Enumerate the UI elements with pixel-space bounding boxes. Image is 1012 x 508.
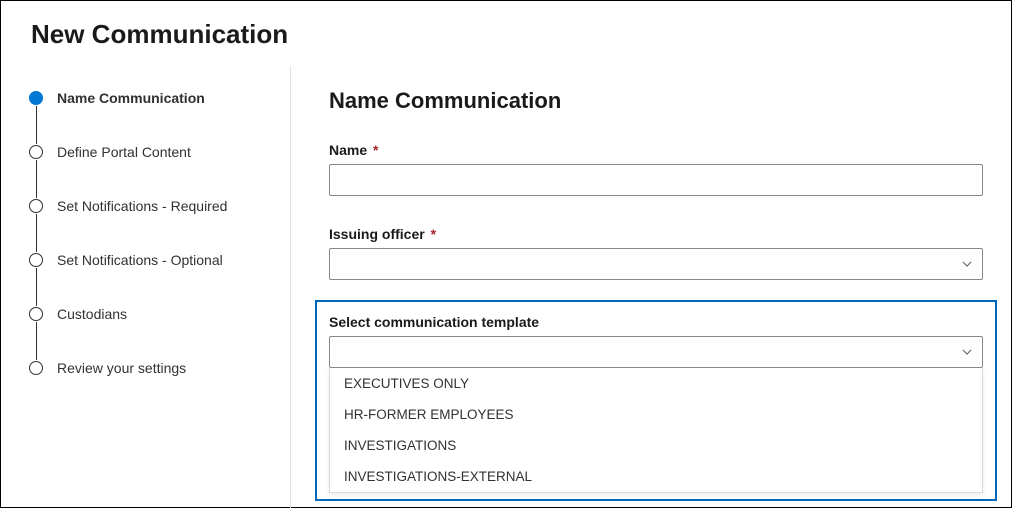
step-label: Name Communication	[57, 90, 205, 106]
step-indicator-icon	[29, 91, 43, 105]
template-option-investigations-external[interactable]: INVESTIGATIONS-EXTERNAL	[330, 461, 982, 492]
step-connector	[36, 160, 37, 198]
step-indicator-icon	[29, 199, 43, 213]
step-indicator-icon	[29, 307, 43, 321]
step-connector	[36, 214, 37, 252]
issuing-officer-label: Issuing officer *	[329, 226, 983, 242]
name-field-block: Name *	[329, 142, 983, 196]
template-options-panel: EXECUTIVES ONLY HR-FORMER EMPLOYEES INVE…	[329, 368, 983, 493]
main-heading: Name Communication	[329, 88, 983, 114]
step-set-notifications-optional[interactable]: Set Notifications - Optional	[29, 252, 290, 268]
step-connector	[36, 268, 37, 306]
step-indicator-icon	[29, 253, 43, 267]
chevron-down-icon	[962, 259, 972, 269]
template-highlight-box: Select communication template EXECUTIVES…	[315, 300, 997, 501]
step-label: Custodians	[57, 306, 127, 322]
name-label: Name *	[329, 142, 983, 158]
issuing-officer-select[interactable]	[329, 248, 983, 280]
template-option-hr-former-employees[interactable]: HR-FORMER EMPLOYEES	[330, 399, 982, 430]
step-connector	[36, 322, 37, 360]
template-dropdown: EXECUTIVES ONLY HR-FORMER EMPLOYEES INVE…	[329, 336, 983, 493]
step-label: Set Notifications - Required	[57, 198, 227, 214]
step-label: Review your settings	[57, 360, 186, 376]
step-review-settings[interactable]: Review your settings	[29, 360, 290, 376]
step-indicator-icon	[29, 361, 43, 375]
page-title: New Communication	[1, 1, 1011, 66]
steps-sidebar: Name Communication Define Portal Content…	[1, 66, 291, 508]
template-select[interactable]	[329, 336, 983, 368]
name-input[interactable]	[329, 164, 983, 196]
step-label: Define Portal Content	[57, 144, 191, 160]
issuing-officer-field-block: Issuing officer *	[329, 226, 983, 280]
content-wrap: Name Communication Define Portal Content…	[1, 66, 1011, 508]
template-label: Select communication template	[329, 314, 983, 330]
issuing-officer-label-text: Issuing officer	[329, 226, 425, 242]
step-define-portal-content[interactable]: Define Portal Content	[29, 144, 290, 160]
required-asterisk: *	[431, 226, 436, 242]
name-label-text: Name	[329, 142, 367, 158]
required-asterisk: *	[373, 142, 378, 158]
step-indicator-icon	[29, 145, 43, 159]
main-panel: Name Communication Name * Issuing office…	[291, 66, 1011, 508]
template-option-executives-only[interactable]: EXECUTIVES ONLY	[330, 368, 982, 399]
step-name-communication[interactable]: Name Communication	[29, 90, 290, 106]
step-label: Set Notifications - Optional	[57, 252, 223, 268]
step-connector	[36, 106, 37, 144]
step-set-notifications-required[interactable]: Set Notifications - Required	[29, 198, 290, 214]
template-option-investigations[interactable]: INVESTIGATIONS	[330, 430, 982, 461]
chevron-down-icon	[962, 347, 972, 357]
step-custodians[interactable]: Custodians	[29, 306, 290, 322]
